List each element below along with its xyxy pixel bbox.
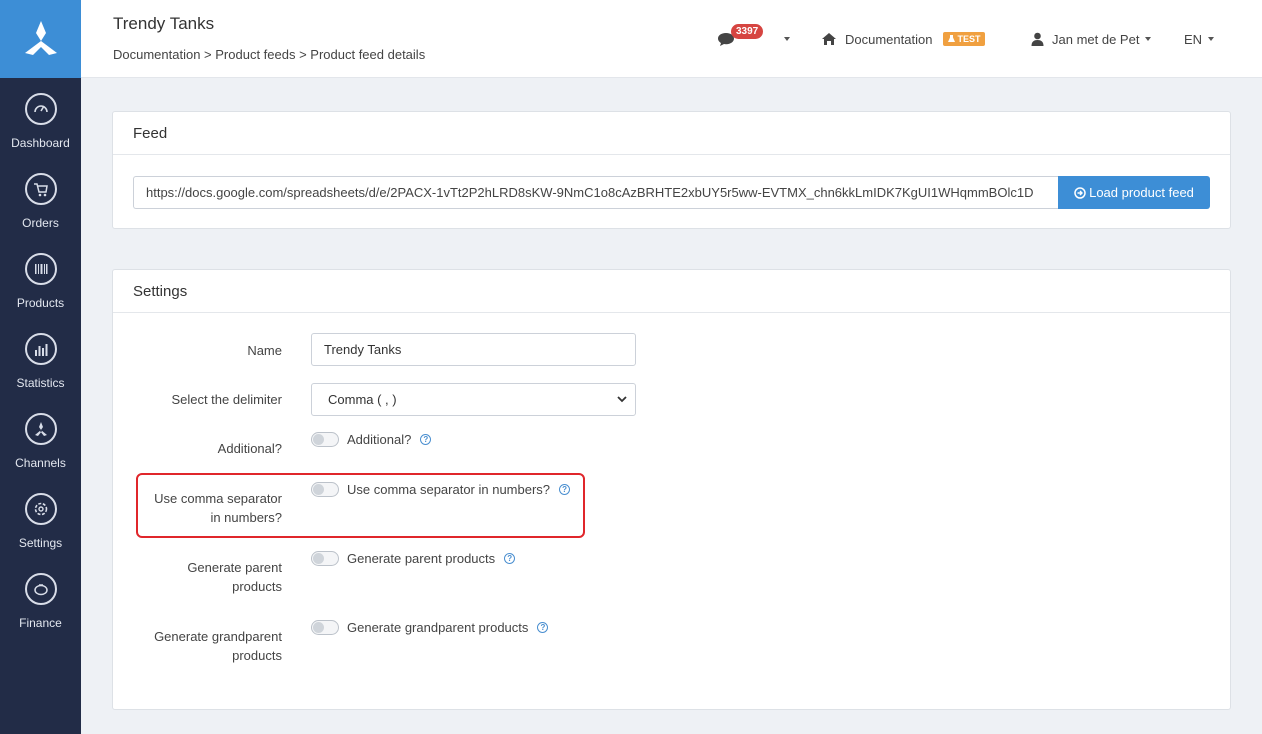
notification-count-badge: 3397 [731, 24, 764, 39]
sidebar-item-label: Finance [19, 616, 62, 630]
additional-toggle-label: Additional? [347, 432, 412, 447]
feed-url-input[interactable]: https://docs.google.com/spreadsheets/d/e… [133, 176, 1059, 209]
sidebar-item-statistics[interactable]: Statistics [0, 318, 81, 398]
test-badge: TEST [943, 32, 986, 46]
sidebar-item-finance[interactable]: Finance [0, 558, 81, 638]
flask-icon [948, 35, 956, 42]
sidebar-item-label: Channels [15, 456, 66, 470]
feed-panel: Feed https://docs.google.com/spreadsheet… [112, 111, 1231, 229]
parent-products-toggle[interactable] [311, 551, 339, 566]
page-title: Trendy Tanks [113, 14, 215, 33]
test-badge-label: TEST [957, 34, 981, 44]
language-label: EN [1184, 31, 1203, 47]
help-icon[interactable]: ? [504, 553, 516, 564]
parent-products-label: Generate parent products [187, 558, 282, 596]
chevron-down-icon [1145, 37, 1152, 41]
name-label: Name [247, 343, 282, 358]
home-icon [822, 33, 836, 45]
logo[interactable] [0, 0, 81, 78]
delimiter-select[interactable]: Comma ( , ) [311, 383, 636, 416]
help-icon[interactable]: ? [420, 434, 432, 445]
top-header: Trendy Tanks Documentation > Product fee… [81, 0, 1262, 78]
additional-label: Additional? [217, 441, 282, 456]
user-icon [1031, 32, 1044, 46]
parent-products-toggle-label: Generate parent products [347, 551, 496, 566]
grandparent-products-toggle-row: Generate grandparent products ? [311, 620, 549, 635]
piggy-bank-icon [24, 573, 57, 605]
logo-icon [24, 21, 57, 55]
sidebar-item-settings[interactable]: Settings [0, 478, 81, 558]
dashboard-icon [24, 93, 57, 125]
grandparent-products-label: Generate grandparent products [154, 627, 282, 665]
name-input[interactable]: Trendy Tanks [311, 333, 636, 366]
parent-products-toggle-row: Generate parent products ? [311, 551, 516, 566]
chevron-down-icon [617, 396, 627, 403]
feed-panel-title: Feed [113, 112, 1230, 155]
breadcrumb[interactable]: Documentation > Product feeds > Product … [113, 47, 425, 62]
sidebar-item-label: Dashboard [11, 136, 70, 150]
sidebar-item-orders[interactable]: Orders [0, 158, 81, 238]
sidebar-item-dashboard[interactable]: Dashboard [0, 78, 81, 158]
additional-toggle-row: Additional? ? [311, 432, 432, 447]
sidebar: Dashboard Orders Products Statistics Cha… [0, 0, 81, 734]
chart-icon [24, 333, 57, 365]
documentation-link[interactable]: Documentation TEST [821, 0, 986, 78]
grandparent-products-label-line2: products [232, 648, 282, 663]
barcode-icon [24, 253, 57, 285]
sidebar-item-label: Settings [18, 536, 63, 550]
sidebar-item-channels[interactable]: Channels [0, 398, 81, 478]
channels-icon [24, 413, 57, 445]
user-name: Jan met de Pet [1052, 31, 1140, 47]
highlight-box [136, 473, 585, 538]
settings-panel-title: Settings [113, 270, 1230, 313]
delimiter-label: Select the delimiter [171, 392, 282, 407]
notifications-dropdown[interactable] [717, 0, 790, 78]
gear-icon [24, 493, 57, 525]
user-menu[interactable]: Jan met de Pet [1031, 0, 1152, 78]
grandparent-products-label-line1: Generate grandparent [154, 629, 282, 644]
additional-toggle[interactable] [311, 432, 339, 447]
sidebar-item-label: Statistics [16, 376, 65, 390]
load-button-label: Load product feed [1089, 185, 1194, 200]
chevron-down-icon [1208, 37, 1215, 41]
parent-products-label-line2: products [232, 579, 282, 594]
sidebar-item-label: Orders [22, 216, 59, 230]
help-icon[interactable]: ? [537, 622, 549, 633]
sidebar-item-label: Products [16, 296, 65, 310]
parent-products-label-line1: Generate parent [187, 560, 282, 575]
grandparent-products-toggle-label: Generate grandparent products [347, 620, 529, 635]
grandparent-products-toggle[interactable] [311, 620, 339, 635]
documentation-label: Documentation [845, 31, 933, 47]
chevron-down-icon [784, 37, 790, 41]
cart-icon [24, 173, 57, 205]
load-product-feed-button[interactable]: Load product feed [1058, 176, 1210, 209]
delimiter-selected-value: Comma ( , ) [328, 392, 397, 407]
sidebar-item-products[interactable]: Products [0, 238, 81, 318]
language-selector[interactable]: EN [1184, 0, 1215, 78]
arrow-circle-icon [1074, 186, 1086, 199]
